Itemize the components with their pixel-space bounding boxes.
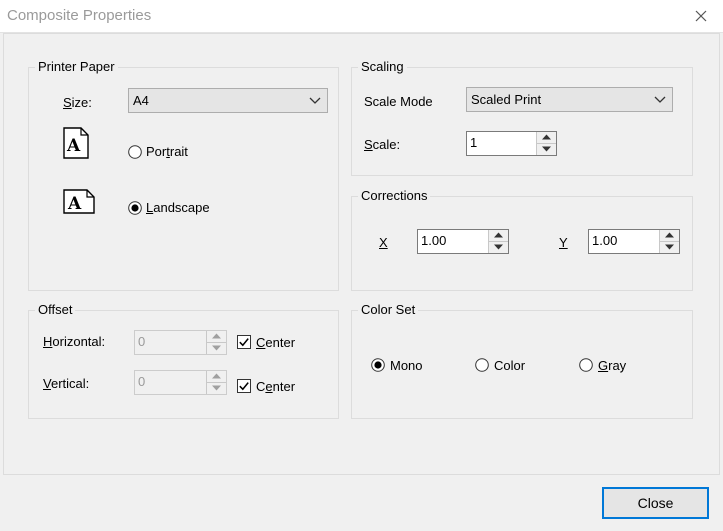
scale-spin-up[interactable] [537, 132, 556, 144]
offset-label: Offset [35, 302, 76, 318]
y-value: 1.00 [592, 233, 618, 248]
close-button[interactable]: Close [602, 487, 709, 519]
vertical-label: Vertical: [43, 376, 90, 391]
scale-spinbox[interactable]: 1 [466, 131, 557, 156]
x-spin-up[interactable] [489, 230, 508, 242]
horizontal-label: Horizontal: [43, 334, 106, 349]
spin-down-icon [542, 146, 551, 151]
window-title: Composite Properties [7, 7, 152, 24]
spin-up-icon [665, 232, 674, 238]
horizontal-spinbox[interactable]: 0 [134, 330, 227, 355]
portrait-radio[interactable] [128, 145, 142, 159]
svg-text:A: A [67, 194, 82, 214]
printer-paper-label: Printer Paper [35, 59, 118, 75]
size-value: A4 [133, 93, 149, 108]
scale-value: 1 [470, 135, 478, 150]
vertical-center-label[interactable]: Center [256, 379, 295, 395]
scale-spin-down[interactable] [537, 143, 556, 155]
spin-up-icon [212, 373, 221, 379]
close-icon [695, 10, 707, 22]
size-combobox[interactable]: A4 [128, 88, 328, 113]
portrait-page-icon: A [63, 127, 89, 159]
x-spinbox[interactable]: 1.00 [417, 229, 509, 254]
spin-up-icon [542, 134, 551, 140]
horizontal-value: 0 [138, 334, 146, 349]
vertical-spin-down[interactable] [207, 382, 226, 394]
spin-down-icon [494, 244, 503, 249]
landscape-page-icon: A [63, 189, 95, 214]
chevron-down-icon [309, 97, 321, 104]
gray-radio[interactable] [579, 358, 593, 372]
landscape-radio[interactable] [128, 201, 142, 215]
color-set-label: Color Set [358, 302, 419, 318]
vertical-center-checkbox[interactable] [237, 379, 251, 393]
portrait-label[interactable]: Portrait [146, 144, 188, 160]
x-label: X [379, 235, 388, 250]
svg-text:A: A [66, 136, 81, 156]
mono-radio[interactable] [371, 358, 385, 372]
y-spin-up[interactable] [660, 230, 679, 242]
horizontal-center-label[interactable]: Center [256, 335, 295, 351]
gray-label[interactable]: Gray [598, 358, 626, 374]
vertical-spinbox[interactable]: 0 [134, 370, 227, 395]
y-spin-down[interactable] [660, 241, 679, 253]
y-label: Y [559, 235, 568, 250]
size-label: Size: [63, 95, 92, 110]
scale-label: Scale: [364, 137, 401, 152]
horizontal-spin-down[interactable] [207, 342, 226, 354]
vertical-spin-up[interactable] [207, 371, 226, 383]
scaling-label: Scaling [358, 59, 407, 75]
title-bar: Composite Properties [0, 0, 723, 33]
vertical-value: 0 [138, 374, 146, 389]
scale-mode-label: Scale Mode [364, 94, 433, 109]
spin-down-icon [212, 345, 221, 350]
offset-group: Offset [28, 302, 339, 419]
chevron-down-icon [654, 96, 666, 103]
horizontal-spin-up[interactable] [207, 331, 226, 343]
spin-down-icon [212, 385, 221, 390]
scale-mode-combobox[interactable]: Scaled Print [466, 87, 673, 112]
window-close-button[interactable] [686, 4, 716, 28]
mono-label[interactable]: Mono [390, 358, 423, 374]
scale-mode-value: Scaled Print [471, 92, 542, 107]
color-radio[interactable] [475, 358, 489, 372]
horizontal-center-checkbox[interactable] [237, 335, 251, 349]
color-label[interactable]: Color [494, 358, 525, 374]
x-value: 1.00 [421, 233, 447, 248]
y-spinbox[interactable]: 1.00 [588, 229, 680, 254]
spin-up-icon [212, 333, 221, 339]
scaling-group: Scaling [351, 59, 693, 176]
spin-up-icon [494, 232, 503, 238]
spin-down-icon [665, 244, 674, 249]
corrections-label: Corrections [358, 188, 431, 204]
x-spin-down[interactable] [489, 241, 508, 253]
landscape-label[interactable]: Landscape [146, 200, 210, 216]
